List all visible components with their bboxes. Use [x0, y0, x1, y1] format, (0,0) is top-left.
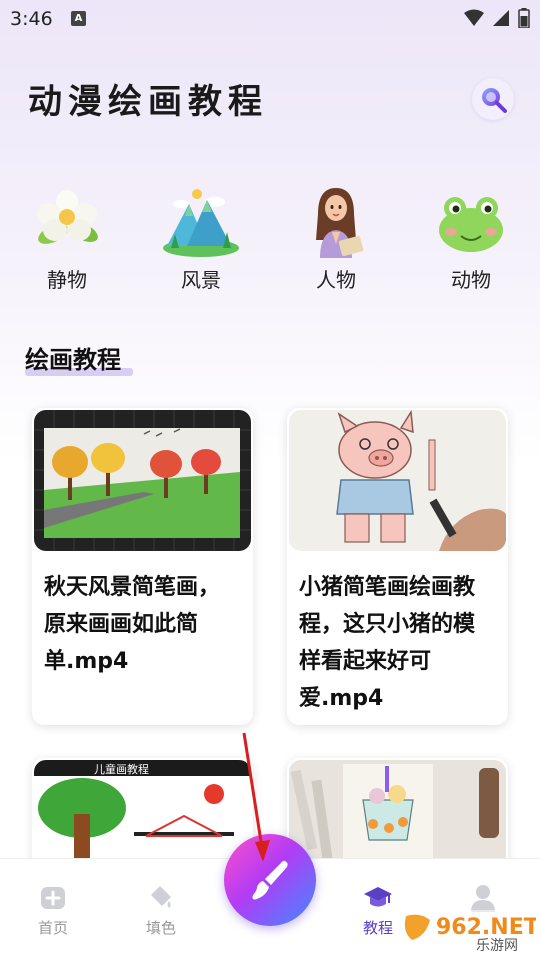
tutorial-card[interactable]: 小猪简笔画绘画教 程，这只小猪的模 样看起来好可 爱.mp4	[287, 408, 508, 725]
search-button[interactable]	[472, 78, 514, 120]
card-title: 秋天风景简笔画， 原来画画如此简 单.mp4	[44, 575, 221, 674]
brush-icon	[252, 860, 288, 900]
notification-icon: A	[71, 11, 86, 26]
thumbnail-caption: 儿童画教程	[94, 762, 149, 776]
category-label: 动物	[451, 268, 491, 292]
nav-label: 教程	[362, 919, 393, 937]
category-animals[interactable]: 动物	[421, 186, 521, 293]
status-bar: 3:46 A	[0, 0, 540, 38]
app-title: 动漫绘画教程	[28, 82, 268, 122]
status-time: 3:46	[10, 8, 53, 30]
paint-bucket-icon	[151, 886, 171, 908]
nav-coloring[interactable]: 填色	[131, 883, 191, 938]
section-title: 绘画教程	[25, 346, 121, 374]
signal-icon	[493, 10, 509, 26]
category-row: 静物 风景 人物 动物	[0, 186, 540, 296]
draw-fab-button[interactable]	[224, 834, 316, 926]
nav-home[interactable]: 首页	[23, 883, 83, 938]
search-icon	[482, 88, 507, 113]
watermark-sub: 乐游网	[476, 938, 518, 954]
graduation-cap-icon	[364, 887, 392, 907]
person-icon	[316, 188, 364, 258]
card-title: 小猪简笔画绘画教 程，这只小猪的模 样看起来好可 爱.mp4	[299, 575, 476, 711]
battery-icon	[518, 8, 530, 28]
frog-icon	[439, 197, 503, 252]
video-thumbnail	[34, 410, 251, 551]
tutorial-card[interactable]: 秋天风景简笔画， 原来画画如此简 单.mp4	[32, 408, 253, 725]
video-thumbnail	[289, 410, 506, 551]
nav-tutorial[interactable]: 教程	[348, 883, 408, 938]
watermark-logo: 962.NET 乐游网	[400, 910, 536, 954]
category-label: 人物	[316, 268, 356, 292]
home-icon	[41, 887, 65, 909]
status-icons	[464, 8, 530, 28]
category-still-life[interactable]: 静物	[17, 186, 117, 293]
category-label: 静物	[47, 268, 87, 292]
user-icon	[471, 885, 495, 912]
wifi-icon	[464, 9, 484, 26]
category-landscape[interactable]: 风景	[151, 186, 251, 293]
nav-label: 首页	[37, 919, 68, 937]
mountain-icon	[163, 189, 239, 257]
category-label: 风景	[181, 268, 221, 292]
watermark-brand: 962.NET	[436, 915, 536, 940]
category-people[interactable]: 人物	[286, 186, 386, 293]
nav-label: 填色	[145, 919, 176, 937]
flower-icon	[37, 190, 98, 244]
